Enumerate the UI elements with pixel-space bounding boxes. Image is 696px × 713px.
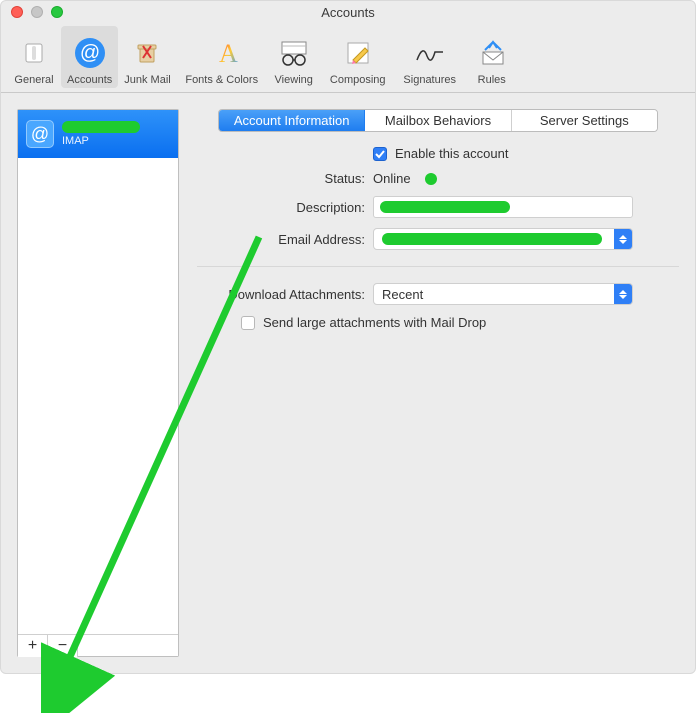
chevron-updown-icon <box>614 283 632 305</box>
download-attachments-popup[interactable]: Recent <box>373 283 633 305</box>
at-sign-icon: @ <box>70 35 110 71</box>
at-sign-icon: @ <box>26 120 54 148</box>
description-label: Description: <box>197 200 365 215</box>
enable-account-checkbox[interactable] <box>373 147 387 161</box>
window-zoom-button[interactable] <box>51 6 63 18</box>
toolbar-label: General <box>14 74 53 86</box>
toolbar-composing[interactable]: Composing <box>321 26 395 88</box>
account-name-redacted <box>62 121 140 133</box>
email-value-redacted <box>382 233 602 245</box>
switch-icon <box>14 35 54 71</box>
toolbar-signatures[interactable]: Signatures <box>395 26 465 88</box>
check-icon <box>375 149 385 159</box>
toolbar-rules[interactable]: Rules <box>465 26 519 88</box>
tab-mailbox-behaviors[interactable]: Mailbox Behaviors <box>365 110 511 131</box>
accounts-sidebar: @ IMAP + − <box>17 109 179 657</box>
svg-text:@: @ <box>79 42 99 64</box>
toolbar-fonts-colors[interactable]: A Fonts & Colors <box>177 26 267 88</box>
tab-server-settings[interactable]: Server Settings <box>512 110 657 131</box>
rules-icon <box>472 35 512 71</box>
fonts-icon: A <box>202 35 242 71</box>
pencil-icon <box>338 35 378 71</box>
toolbar-junkmail[interactable]: Junk Mail <box>118 26 176 88</box>
tab-account-information[interactable]: Account Information <box>219 110 365 131</box>
account-tabs: Account Information Mailbox Behaviors Se… <box>218 109 658 132</box>
toolbar-general[interactable]: General <box>7 26 61 88</box>
window-close-button[interactable] <box>11 6 23 18</box>
window-minimize-button[interactable] <box>31 6 43 18</box>
preferences-toolbar: General @ Accounts Junk Mail A Fonts & C… <box>1 23 695 93</box>
signature-icon <box>410 35 450 71</box>
status-indicator-icon <box>425 173 437 185</box>
trash-icon <box>127 35 167 71</box>
maildrop-checkbox[interactable] <box>241 316 255 330</box>
svg-text:A: A <box>219 39 238 68</box>
account-type: IMAP <box>62 135 140 147</box>
toolbar-viewing[interactable]: Viewing <box>267 26 321 88</box>
enable-account-label: Enable this account <box>395 146 508 161</box>
divider <box>197 266 679 267</box>
status-label: Status: <box>197 171 365 186</box>
description-field[interactable] <box>373 196 633 218</box>
email-address-popup[interactable] <box>373 228 633 250</box>
toolbar-label: Signatures <box>403 74 456 86</box>
account-list-item[interactable]: @ IMAP <box>18 110 178 158</box>
window-title: Accounts <box>9 5 687 20</box>
toolbar-label: Rules <box>478 74 506 86</box>
toolbar-accounts[interactable]: @ Accounts <box>61 26 118 88</box>
toolbar-label: Fonts & Colors <box>185 74 258 86</box>
maildrop-label: Send large attachments with Mail Drop <box>263 315 486 330</box>
toolbar-label: Composing <box>330 74 386 86</box>
status-value: Online <box>373 171 411 186</box>
toolbar-label: Junk Mail <box>124 74 170 86</box>
download-attachments-label: Download Attachments: <box>197 287 365 302</box>
description-value-redacted <box>380 201 510 213</box>
download-attachments-value: Recent <box>382 287 423 302</box>
toolbar-label: Viewing <box>275 74 313 86</box>
add-account-button[interactable]: + <box>18 635 48 657</box>
remove-account-button[interactable]: − <box>48 635 78 657</box>
glasses-icon <box>274 35 314 71</box>
chevron-updown-icon <box>614 228 632 250</box>
email-label: Email Address: <box>197 232 365 247</box>
toolbar-label: Accounts <box>67 74 112 86</box>
